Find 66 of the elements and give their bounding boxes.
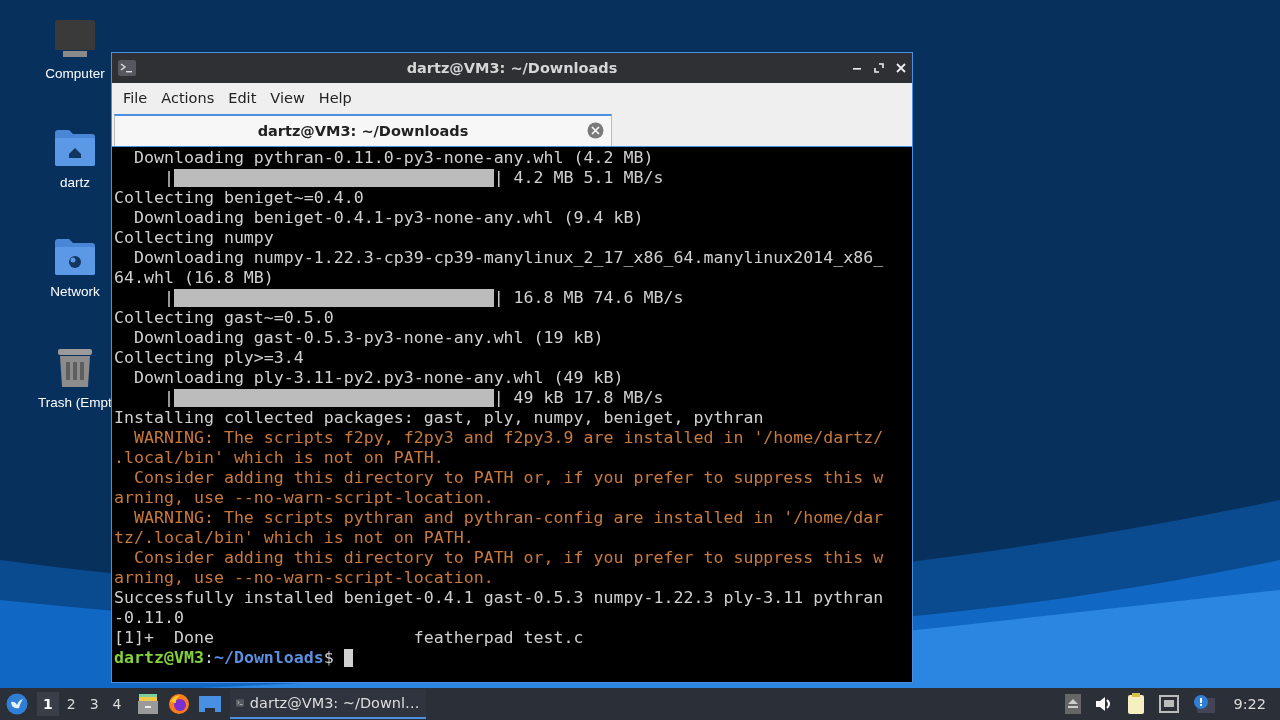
terminal-line: Downloading numpy-1.22.3-cp39-cp39-manylinux_2_17_x86_64.manylinux2014_x86_ xyxy=(132,248,885,268)
warning-line: .local/bin' which is not on PATH. xyxy=(114,448,445,468)
show-desktop-icon[interactable] xyxy=(198,694,221,714)
desktop-icon-label[interactable]: Trash (Empt xyxy=(38,395,112,410)
progress-lead: | xyxy=(162,288,174,308)
trash-icon[interactable] xyxy=(57,347,93,387)
terminal-line: [1]+ Done featherpad test.c xyxy=(114,628,585,648)
eject-icon[interactable] xyxy=(1065,694,1082,714)
warning-line: arning, use --no-warn-script-location. xyxy=(114,488,495,508)
progress-lead: | xyxy=(162,168,174,188)
network-port-icon[interactable] xyxy=(1159,695,1180,713)
terminal-line: Installing collected packages: gast, ply, numpy, beniget, pythran xyxy=(114,408,765,428)
home-folder-icon[interactable] xyxy=(54,129,96,167)
terminal-line: Collecting beniget~=0.4.0 xyxy=(114,188,365,208)
clipboard-icon[interactable] xyxy=(1127,693,1146,715)
terminal-line: Collecting gast~=0.5.0 xyxy=(114,308,335,328)
workspace-button[interactable]: 3 xyxy=(83,692,105,716)
terminal-line: Downloading gast-0.5.3-py3-none-any.whl (19 kB) xyxy=(132,328,605,348)
prompt-user: dartz@VM3 xyxy=(114,648,204,668)
progress-reading: | 16.8 MB 74.6 MB/s xyxy=(493,288,684,308)
desktop-icon-label[interactable]: Computer xyxy=(45,66,105,81)
close-icon[interactable] xyxy=(896,63,906,73)
terminal-line: Collecting ply>=3.4 xyxy=(114,348,305,368)
terminal-icon xyxy=(118,60,136,76)
start-menu-icon[interactable] xyxy=(6,693,28,715)
terminal-tab[interactable]: dartz@VM3: ~/Downloads xyxy=(114,114,612,146)
clock[interactable]: 9:22 xyxy=(1233,696,1266,712)
terminal-line: Collecting numpy xyxy=(114,228,275,248)
warning-line: tz/.local/bin' which is not on PATH. xyxy=(114,528,475,548)
progress-reading: | 49 kB 17.8 MB/s xyxy=(493,388,664,408)
desktop-icon-label[interactable]: Network xyxy=(50,284,100,299)
prompt-path: ~/Downloads xyxy=(213,648,324,668)
warning-line: arning, use --no-warn-script-location. xyxy=(114,568,495,588)
desktop-icon-label[interactable]: dartz xyxy=(60,175,90,190)
warning-line: WARNING: The scripts f2py, f2py3 and f2py3.9 are installed in '/home/dartz/ xyxy=(132,428,885,448)
computer-icon[interactable] xyxy=(53,20,97,58)
terminal-line: -0.11.0 xyxy=(114,608,185,628)
notification-icon[interactable] xyxy=(1193,695,1216,713)
window-title: dartz@VM3: ~/Downloads xyxy=(406,60,618,76)
terminal-line: 64.whl (16.8 MB) xyxy=(114,268,275,288)
close-tab-icon[interactable] xyxy=(587,122,604,139)
terminal-line: Successfully installed beniget-0.4.1 gast-0.5.3 numpy-1.22.3 ply-3.11 pythran xyxy=(114,588,885,608)
terminal-line: Downloading beniget-0.4.1-py3-none-any.whl (9.4 kB) xyxy=(132,208,645,228)
warning-line: WARNING: The scripts pythran and pythran-config are installed in '/home/dar xyxy=(132,508,885,528)
progress-reading: | 4.2 MB 5.1 MB/s xyxy=(493,168,664,188)
maximize-icon[interactable] xyxy=(874,63,884,73)
progress-lead: | xyxy=(162,388,174,408)
warning-line: Consider adding this directory to PATH or, if you prefer to suppress this w xyxy=(132,468,885,488)
workspace-button[interactable]: 1 xyxy=(37,692,59,716)
terminal-line: Downloading pythran-0.11.0-py3-none-any.whl (4.2 MB) xyxy=(132,148,655,168)
prompt-symbol: $ xyxy=(323,648,334,668)
terminal-line: Downloading ply-3.11-py2.py3-none-any.whl (49 kB) xyxy=(132,368,625,388)
text-cursor xyxy=(343,649,353,667)
menu-item[interactable]: Edit xyxy=(221,86,264,110)
menu-item[interactable]: Help xyxy=(311,86,359,110)
menu-item[interactable]: View xyxy=(263,86,312,110)
prompt-separator: : xyxy=(203,648,214,668)
warning-line: Consider adding this directory to PATH or, if you prefer to suppress this w xyxy=(132,548,885,568)
browser-icon[interactable] xyxy=(167,693,190,715)
menu-item[interactable]: File xyxy=(116,86,155,110)
network-folder-icon[interactable] xyxy=(54,238,96,276)
file-cabinet-icon[interactable] xyxy=(136,693,159,715)
workspace-button[interactable]: 4 xyxy=(106,692,128,716)
menu-item[interactable]: Actions xyxy=(154,86,222,110)
workspace-button[interactable]: 2 xyxy=(60,692,82,716)
taskbar-window-button[interactable]: dartz@VM3: ~/Downl… xyxy=(229,689,426,719)
